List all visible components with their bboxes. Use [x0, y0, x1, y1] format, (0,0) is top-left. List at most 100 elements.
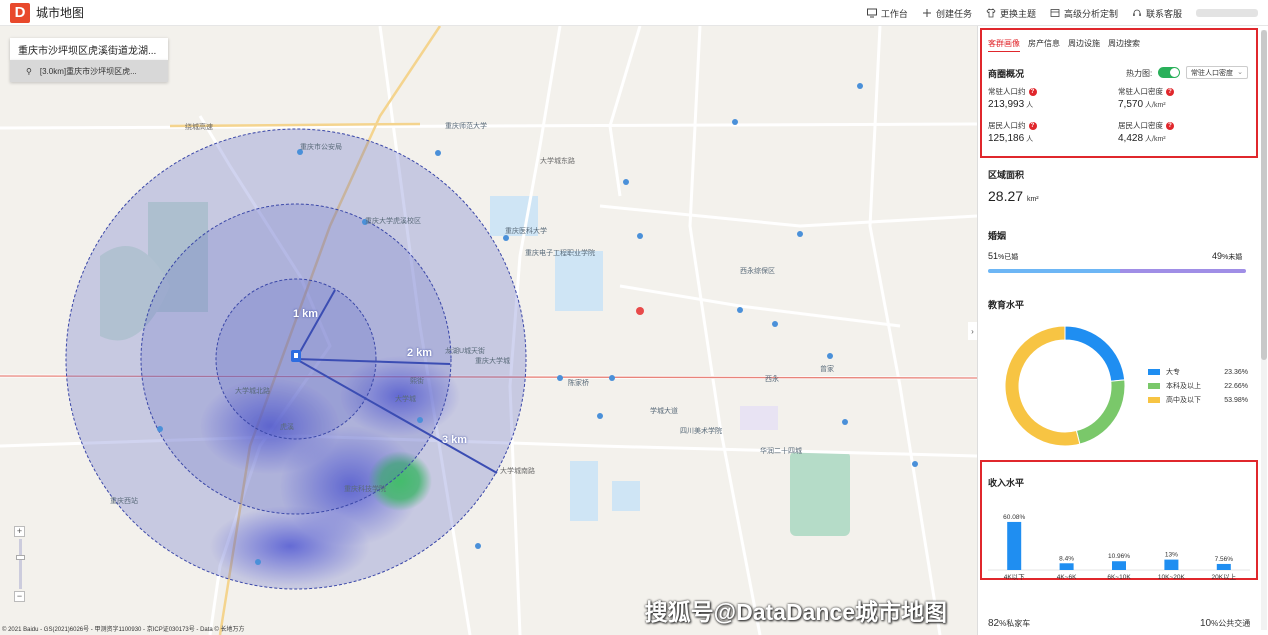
panel-collapse-button[interactable]: ›: [968, 322, 977, 340]
top-actions: 工作台 创建任务 更换主题 高级分析定制 联系客服: [866, 0, 1258, 26]
help-icon[interactable]: ?: [1028, 87, 1037, 96]
customer-service-button[interactable]: 联系客服: [1132, 7, 1182, 20]
change-theme-label: 更换主题: [999, 8, 1036, 19]
monitor-icon: [866, 8, 877, 18]
heatmap-toggle[interactable]: [1158, 67, 1180, 78]
lake-1: [555, 251, 603, 311]
shirt-icon: [986, 8, 996, 18]
stat-label: 常驻人口约?: [988, 86, 1037, 97]
map-base: [0, 26, 977, 635]
unmarried-label: 49%未婚: [1212, 251, 1243, 261]
lake-2: [570, 461, 598, 521]
change-theme-button[interactable]: 更换主题: [986, 7, 1036, 20]
unmarried-bar-fill: [1119, 269, 1246, 273]
stat-label: 常驻人口密度?: [1118, 86, 1174, 97]
marriage-bar: [988, 269, 1246, 273]
married-bar-fill: [988, 269, 1120, 273]
road-label: 大学城东路: [540, 158, 575, 165]
private-car-stat: 82%私家车: [988, 618, 1031, 629]
poi-label: 重庆师范大学: [445, 123, 487, 130]
income-bar: [1164, 559, 1179, 570]
poi-label: 大学城北路: [235, 388, 270, 395]
analysis-panel: 客群画像 房产信息 周边设施 周边搜索 商圈概况 热力图: 常驻人口密度 ⌄ 常…: [977, 26, 1268, 635]
income-category-label: 4K~6K: [1057, 574, 1077, 581]
poi-label: 华润二十四城: [760, 448, 802, 455]
poi-label: 西永: [765, 376, 779, 383]
income-bar: [1216, 563, 1231, 570]
education-donut-chart: [1004, 325, 1126, 447]
lake-3: [612, 481, 640, 511]
tab-property-info[interactable]: 房产信息: [1028, 38, 1060, 52]
area-value: 28.27 km²: [988, 188, 1039, 204]
panel-tabs: 客群画像 房产信息 周边设施 周边搜索: [988, 38, 1140, 52]
create-task-label: 创建任务: [935, 8, 972, 19]
tab-nearby-facilities[interactable]: 周边设施: [1068, 38, 1100, 52]
tab-nearby-search[interactable]: 周边搜索: [1108, 38, 1140, 52]
road-label: 大学城南路: [500, 468, 535, 475]
radius-3km-label: 3 km: [442, 434, 468, 446]
center-pin-icon: [291, 350, 301, 362]
chevron-right-icon: ›: [971, 326, 974, 336]
poi-label: 陈家桥: [568, 380, 589, 387]
address-search-box[interactable]: 重庆市沙坪坝区虎溪街道龙湖...: [10, 38, 168, 60]
advanced-analysis-button[interactable]: 高级分析定制: [1050, 7, 1118, 20]
zoom-slider[interactable]: [15, 539, 25, 589]
married-label: 51%已婚: [988, 251, 1019, 261]
advanced-analysis-label: 高级分析定制: [1063, 8, 1118, 19]
zoom-out-button[interactable]: −: [14, 591, 25, 602]
forest-park: [790, 451, 850, 536]
radius-2km-label: 2 km: [407, 347, 433, 359]
legend-swatch: [1148, 383, 1160, 389]
stat-label: 居民人口约?: [988, 120, 1037, 131]
income-bar-value-label: 7.56%: [1215, 556, 1234, 563]
map-canvas[interactable]: 重庆市公安局 重庆大学虎溪校区 重庆师范大学 重庆医科大学 四川美术学院 大学城…: [0, 26, 977, 635]
poi-label: 重庆市公安局: [300, 144, 342, 151]
help-icon[interactable]: ?: [1028, 121, 1037, 130]
income-bar-value-label: 60.08%: [1003, 514, 1025, 521]
income-bar: [1112, 561, 1126, 570]
help-icon[interactable]: ?: [1166, 121, 1174, 130]
workbench-button[interactable]: 工作台: [866, 7, 908, 20]
user-account[interactable]: [1196, 9, 1258, 17]
heatmap-metric-select[interactable]: 常驻人口密度 ⌄: [1186, 66, 1248, 79]
map-copyright: © 2021 Baidu - GS(2021)6026号 - 甲测资字11009…: [2, 627, 245, 633]
tab-customer-profile[interactable]: 客群画像: [988, 38, 1020, 52]
public-transit-stat: 10%公共交通: [1200, 618, 1251, 629]
panel-scrollbar[interactable]: [1261, 30, 1267, 630]
zoom-slider-handle[interactable]: [15, 555, 25, 560]
area-title: 区域面积: [988, 170, 1025, 180]
campus-block: [740, 406, 778, 430]
workbench-label: 工作台: [880, 8, 908, 19]
income-bar-value-label: 13%: [1165, 552, 1178, 559]
radius-1km-label: 1 km: [293, 308, 319, 320]
heatmap-metric-value: 常驻人口密度: [1191, 69, 1233, 77]
help-icon[interactable]: ?: [1166, 87, 1174, 96]
poi-label: 重庆西站: [110, 498, 138, 505]
marriage-title: 婚姻: [988, 231, 1007, 241]
income-category-label: 4K以下: [1004, 573, 1025, 581]
heatmap-label: 热力图:: [1126, 69, 1153, 78]
legend-swatch: [1148, 397, 1160, 403]
gov-marker-icon: [636, 307, 644, 315]
road-label: 绕城高速: [185, 124, 213, 131]
zoom-in-button[interactable]: +: [14, 526, 25, 537]
stat-value: 125,186 人: [988, 133, 1034, 144]
plus-icon: [922, 9, 931, 17]
location-pin-icon: ⚲: [26, 66, 32, 76]
zoom-control: + −: [14, 526, 26, 606]
legend-item: 本科及以上 22.66%: [1148, 379, 1248, 393]
poi-label: 大学城: [395, 396, 416, 403]
education-title: 教育水平: [988, 300, 1025, 310]
stat-value: 7,570 人/km²: [1118, 99, 1166, 110]
app-title: 城市地图: [36, 6, 85, 20]
create-task-button[interactable]: 创建任务: [922, 7, 972, 20]
search-result-item[interactable]: ⚲ [3.0km]重庆市沙坪坝区虎...: [10, 60, 168, 82]
app-logo[interactable]: D: [10, 2, 30, 23]
income-bar: [1007, 521, 1022, 570]
education-legend: 大专 23.36% 本科及以上 22.66% 高中及以下 53.98%: [1148, 365, 1248, 407]
poi-label: 重庆大学虎溪校区: [365, 218, 421, 225]
poi-label: 虎溪: [280, 424, 294, 431]
scrollbar-thumb[interactable]: [1261, 30, 1267, 360]
poi-label: 曾家: [820, 366, 834, 373]
headset-icon: [1133, 9, 1141, 16]
